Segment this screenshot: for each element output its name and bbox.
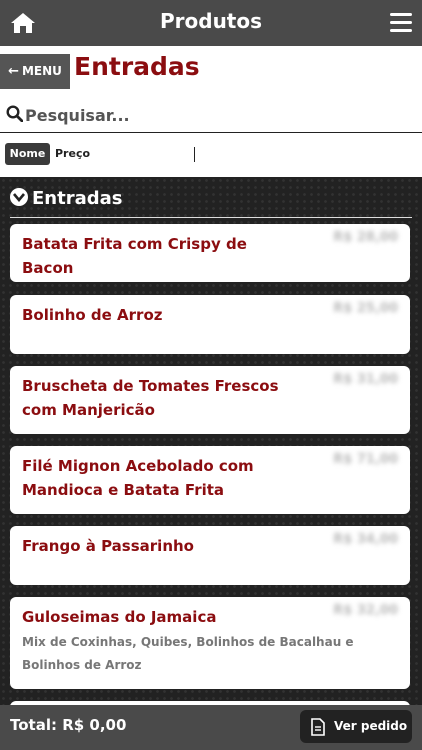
product-price: R$ 32,00: [333, 603, 398, 618]
product-card[interactable]: Bolinho de Arroz R$ 25,00: [10, 295, 410, 354]
view-order-button[interactable]: Ver pedido: [300, 710, 412, 743]
product-name: Guloseimas do Jamaica: [22, 608, 217, 626]
product-price: R$ 31,00: [333, 372, 398, 387]
sort-by-price-button[interactable]: Preço: [55, 147, 90, 160]
product-name: Batata Frita com Crispy de Bacon: [22, 235, 247, 277]
product-card[interactable]: Bruscheta de Tomates Frescos com Manjeri…: [10, 366, 410, 434]
product-card[interactable]: Guloseimas do Jamaica Mix de Coxinhas, Q…: [10, 597, 410, 689]
product-name: Bolinho de Arroz: [22, 306, 163, 324]
document-icon: [310, 718, 326, 739]
back-to-menu-button[interactable]: ← MENU: [0, 54, 70, 89]
sub-header: ← MENU Entradas: [0, 46, 422, 98]
order-total: Total: R$ 0,00: [10, 716, 127, 734]
product-price: R$ 25,00: [333, 301, 398, 316]
sort-by-name-button[interactable]: Nome: [5, 143, 50, 165]
chevron-down-icon: [10, 188, 28, 206]
product-name: Frango à Passarinho: [22, 537, 194, 555]
search-icon: [6, 105, 24, 123]
product-card[interactable]: Frango à Passarinho R$ 34,00: [10, 526, 410, 585]
product-name: Bruscheta de Tomates Frescos com Manjeri…: [22, 377, 279, 419]
page-title: Produtos: [159, 9, 263, 33]
search-bar: [0, 98, 422, 133]
product-card[interactable]: Filé Mignon Acebolado com Mandioca e Bat…: [10, 446, 410, 514]
bottom-bar: Total: R$ 0,00 Ver pedido: [0, 705, 422, 750]
product-price: R$ 71,00: [333, 452, 398, 467]
view-order-label: Ver pedido: [334, 719, 408, 733]
arrow-left-icon: ←: [8, 64, 19, 79]
product-price: R$ 28,00: [333, 230, 398, 245]
hamburger-menu-icon[interactable]: [390, 13, 412, 33]
category-label: Entradas: [32, 188, 123, 209]
product-price: R$ 34,00: [333, 532, 398, 547]
product-list[interactable]: Entradas Batata Frita com Crispy de Baco…: [0, 177, 422, 705]
top-bar: Produtos: [0, 0, 422, 46]
sort-divider: [194, 147, 195, 162]
search-input[interactable]: [25, 101, 405, 129]
sort-bar: Nome Preço: [0, 133, 422, 177]
product-name: Filé Mignon Acebolado com Mandioca e Bat…: [22, 457, 254, 499]
product-card[interactable]: Batata Frita com Crispy de Bacon R$ 28,0…: [10, 224, 410, 282]
back-button-label: MENU: [21, 64, 62, 78]
section-title: Entradas: [74, 52, 200, 81]
category-header[interactable]: Entradas: [10, 185, 122, 213]
product-description: Mix de Coxinhas, Quibes, Bolinhos de Bac…: [22, 635, 354, 672]
category-divider: [10, 217, 412, 218]
